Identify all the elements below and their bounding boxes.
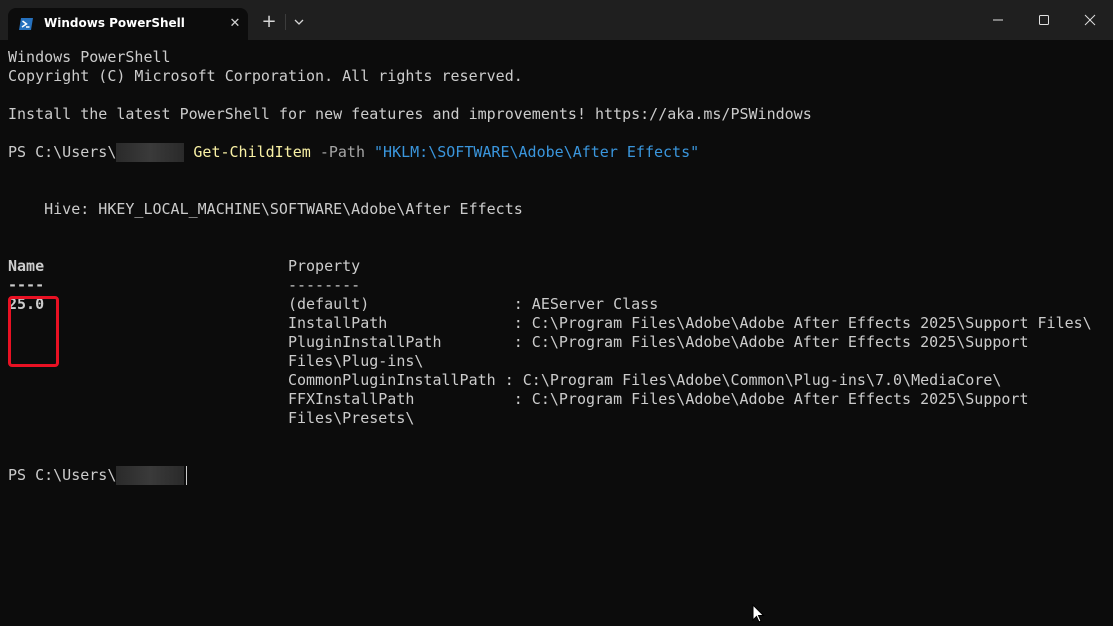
chevron-down-icon[interactable] <box>290 12 308 32</box>
property-header: Property <box>287 257 361 275</box>
tab-windows-powershell[interactable]: Windows PowerShell ✕ <box>8 8 248 40</box>
terminal-output[interactable]: Windows PowerShell Copyright (C) Microso… <box>8 48 1108 618</box>
property-header-underline: -------- <box>287 276 361 294</box>
property-entry: FFXInstallPath : C:\Program Files\Adobe\… <box>287 390 1029 408</box>
mouse-pointer-icon <box>752 604 765 623</box>
redacted-username <box>116 466 185 485</box>
banner-line: Windows PowerShell <box>8 48 171 66</box>
tab-title: Windows PowerShell <box>44 16 185 30</box>
table-row: Files\Plug-ins\ <box>8 352 1108 371</box>
table-row: Files\Presets\ <box>8 409 1108 428</box>
hive-line: Hive: HKEY_LOCAL_MACHINE\SOFTWARE\Adobe\… <box>8 200 523 218</box>
redacted-username <box>116 143 185 162</box>
name-header: Name <box>8 257 45 275</box>
header-row: Name Property <box>8 257 1108 276</box>
new-tab-button[interactable]: + <box>259 12 279 32</box>
powershell-icon <box>19 18 33 30</box>
terminal-window: Windows PowerShell ✕ + Windows PowerShel… <box>0 0 1113 626</box>
close-icon[interactable]: ✕ <box>226 15 244 33</box>
close-icon[interactable] <box>1067 0 1113 40</box>
command-argument: "HKLM:\SOFTWARE\Adobe\After Effects" <box>374 143 700 161</box>
table-row: FFXInstallPath : C:\Program Files\Adobe\… <box>8 390 1108 409</box>
maximize-icon[interactable] <box>1021 0 1067 40</box>
command-parameter: -Path <box>319 143 365 161</box>
header-underline-row: ---- -------- <box>8 276 1108 295</box>
copyright-line: Copyright (C) Microsoft Corporation. All… <box>8 67 523 85</box>
property-entry: Files\Presets\ <box>287 409 415 427</box>
property-entry: InstallPath : C:\Program Files\Adobe\Ado… <box>287 314 1092 332</box>
name-header-underline: ---- <box>8 276 45 294</box>
table-row: CommonPluginInstallPath : C:\Program Fil… <box>8 371 1108 390</box>
table-row: 25.0 (default) : AEServer Class <box>8 295 1108 314</box>
highlight-box <box>8 296 59 367</box>
prompt: PS C:\Users\ <box>8 143 117 161</box>
property-entry: PluginInstallPath : C:\Program Files\Ado… <box>287 333 1029 351</box>
tab-separator <box>285 14 286 30</box>
property-entry: CommonPluginInstallPath : C:\Program Fil… <box>287 371 1002 389</box>
prompt: PS C:\Users\ <box>8 466 117 484</box>
table-row: PluginInstallPath : C:\Program Files\Ado… <box>8 333 1108 352</box>
text-cursor <box>186 466 188 485</box>
minimize-icon[interactable] <box>975 0 1021 40</box>
title-bar: Windows PowerShell ✕ + <box>0 0 1113 40</box>
property-entry: (default) : AEServer Class <box>287 295 659 313</box>
table-row: InstallPath : C:\Program Files\Adobe\Ado… <box>8 314 1108 333</box>
command-name: Get-ChildItem <box>193 143 311 161</box>
install-message: Install the latest PowerShell for new fe… <box>8 105 812 123</box>
command-line: PS C:\Users\ Get-ChildItem -Path "HKLM:\… <box>8 143 1108 162</box>
prompt-line: PS C:\Users\ <box>8 466 1108 485</box>
property-entry: Files\Plug-ins\ <box>287 352 424 370</box>
